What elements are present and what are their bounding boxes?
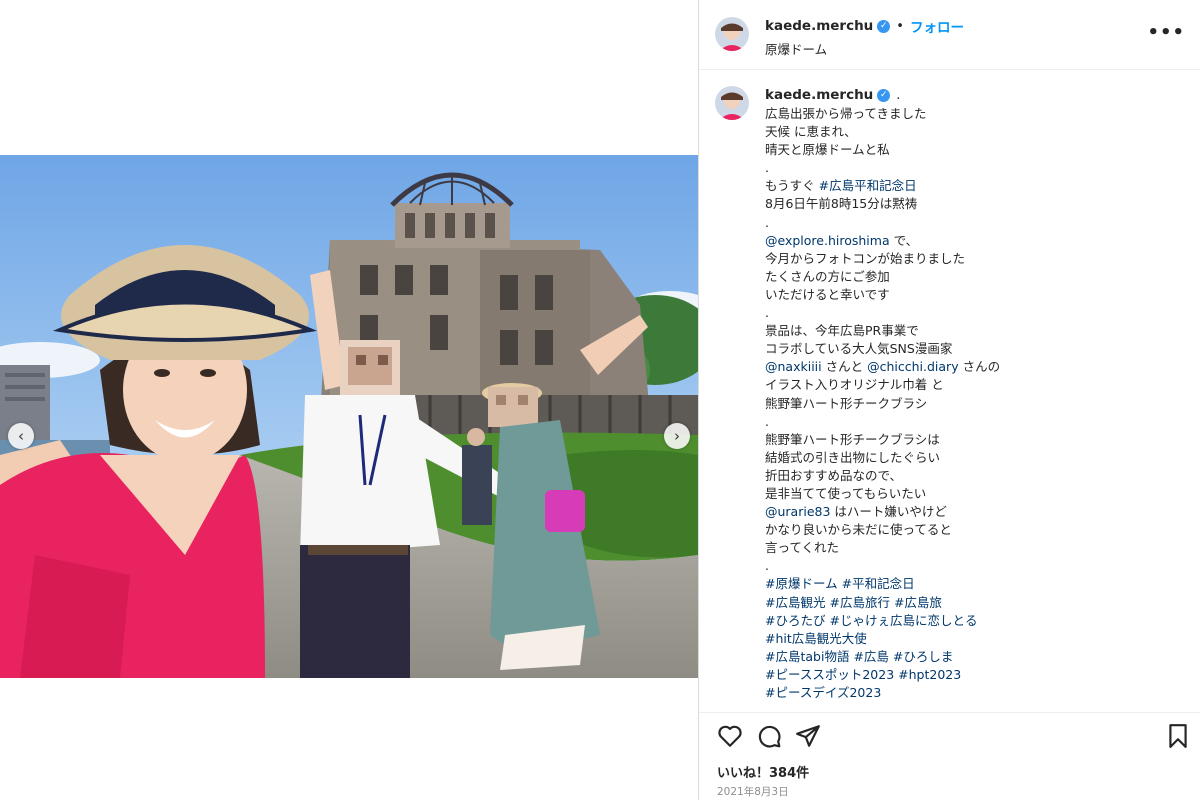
caption-line: 結婚式の引き出物にしたぐらい [765,449,941,465]
hashtag-link[interactable]: #hit広島観光大使 [765,631,867,646]
caption-line: . [765,558,769,574]
caption-line: . [765,160,769,176]
mention-link[interactable]: @naxkiiii [765,359,822,374]
caption-line: #広島tabi物語 #広島 #ひろしま [765,648,1185,666]
caption-line: 景品は、今年広島PR事業で [765,323,919,339]
bookmark-icon[interactable] [1165,723,1191,749]
post-photo[interactable] [0,155,698,678]
hashtag-link[interactable]: #広島平和記念日 [819,178,917,193]
username[interactable]: kaede.merchu [765,18,873,34]
caption-dot: . [896,87,901,103]
media-panel: ‹ › [0,0,698,800]
caption-line: かなり良いから未だに使ってると [765,522,952,538]
caption-line: . [765,413,769,429]
mention-link[interactable]: @urarie83 [765,504,830,519]
caption-line: #広島観光 #広島旅行 #広島旅 [765,594,1185,612]
caption-text: 広島出張から帰ってきました 天候 に恵まれ、晴天と原爆ドームと私. もうすぐ #広島… [765,105,1185,702]
caption-line: . [765,305,769,321]
hashtag-link[interactable]: #広島旅行 [829,595,889,610]
hashtag-link[interactable]: #じゃけぇ広島に恋しとる [829,613,977,628]
caption-line: コラボしている大人気SNS漫画家 [765,341,953,357]
caption-line: 折田おすすめ品なので、 [765,467,903,483]
comment-icon[interactable] [756,723,782,749]
share-icon[interactable] [795,723,821,749]
caption-line: 8月6日午前8時15分は黙祷 [765,196,918,212]
verified-badge-icon: ✓ [877,88,891,102]
carousel-next-icon[interactable]: › [664,423,690,449]
hashtag-link[interactable]: #原爆ドーム [765,576,838,591]
hashtag-link[interactable]: #広島旅 [894,595,942,610]
header-user-line: kaede.merchu ✓ • フォロー [765,16,964,36]
hashtag-link[interactable]: #広島tabi物語 [765,649,849,664]
caption-line: たくさんの方にご参加 [765,268,890,284]
carousel-prev-icon[interactable]: ‹ [8,423,34,449]
verified-badge-icon: ✓ [877,19,891,33]
follow-button[interactable]: フォロー [910,16,964,36]
more-horizontal-icon[interactable]: ••• [1147,22,1185,43]
hashtag-link[interactable]: #平和記念日 [842,576,915,591]
caption-line: イラスト入りオリジナル巾着 と [765,377,944,393]
separator-dot: • [896,18,904,34]
hashtag-link[interactable]: #hpt2023 [898,667,961,682]
caption-line: @urarie83 はハート嫌いやけど [765,504,947,520]
caption-line: 熊野筆ハート形チークブラシは [765,431,940,447]
caption-line: 天候 に恵まれ、 [765,124,857,140]
caption-line: @explore.hiroshima で、 [765,232,919,248]
post-panel: kaede.merchu ✓ • フォロー 原爆ドーム ••• kaede.me… [698,0,1200,800]
post-date[interactable]: 2021年8月3日 [717,784,789,799]
caption-area: kaede.merchu ✓ . 広島出張から帰ってきました 天候 に恵まれ、晴天… [699,71,1200,711]
hashtag-link[interactable]: #ピーススポット2023 [765,667,894,682]
hashtag-link[interactable]: #広島 [853,649,888,664]
hashtag-link[interactable]: #ひろしま [893,649,953,664]
caption-line: 言ってくれた [765,540,840,556]
caption-line: #hit広島観光大使 [765,630,1185,648]
caption-line: 広島出張から帰ってきました [765,106,927,121]
heart-icon[interactable] [717,723,743,749]
caption-line: 是非当てて使ってもらいたい [765,485,927,501]
avatar[interactable] [715,86,749,120]
caption-line: 今月からフォトコンが始まりました [765,250,966,266]
location-link[interactable]: 原爆ドーム [765,39,827,58]
caption-line: #ピーススポット2023 #hpt2023 [765,666,1185,684]
caption-line: もうすぐ #広島平和記念日 [765,178,917,194]
hashtag-link[interactable]: #ピースデイズ2023 [765,685,881,700]
caption-username[interactable]: kaede.merchu [765,87,873,103]
like-count[interactable]: いいね！384件 [717,762,809,781]
mention-link[interactable]: @explore.hiroshima [765,233,890,248]
action-bar [699,712,1200,760]
post-header: kaede.merchu ✓ • フォロー 原爆ドーム ••• [699,0,1200,70]
hashtag-link[interactable]: #広島観光 [765,595,825,610]
mention-link[interactable]: @chicchi.diary [867,359,959,374]
caption-line: . [765,214,769,230]
hashtag-link[interactable]: #ひろたび [765,613,825,628]
caption-user-line: kaede.merchu ✓ . [765,87,900,103]
caption-line: #ピースデイズ2023 [765,684,1185,702]
avatar[interactable] [715,17,749,51]
caption-line: #原爆ドーム #平和記念日 [765,575,1185,593]
caption-line: @naxkiiii さんと @chicchi.diary さんの [765,359,1001,375]
caption-line: #ひろたび #じゃけぇ広島に恋しとる [765,612,1185,630]
caption-line: いただけると幸いです [765,286,890,302]
caption-line: 熊野筆ハート形チークブラシ [765,395,928,411]
caption-line: 晴天と原爆ドームと私 [765,142,890,158]
